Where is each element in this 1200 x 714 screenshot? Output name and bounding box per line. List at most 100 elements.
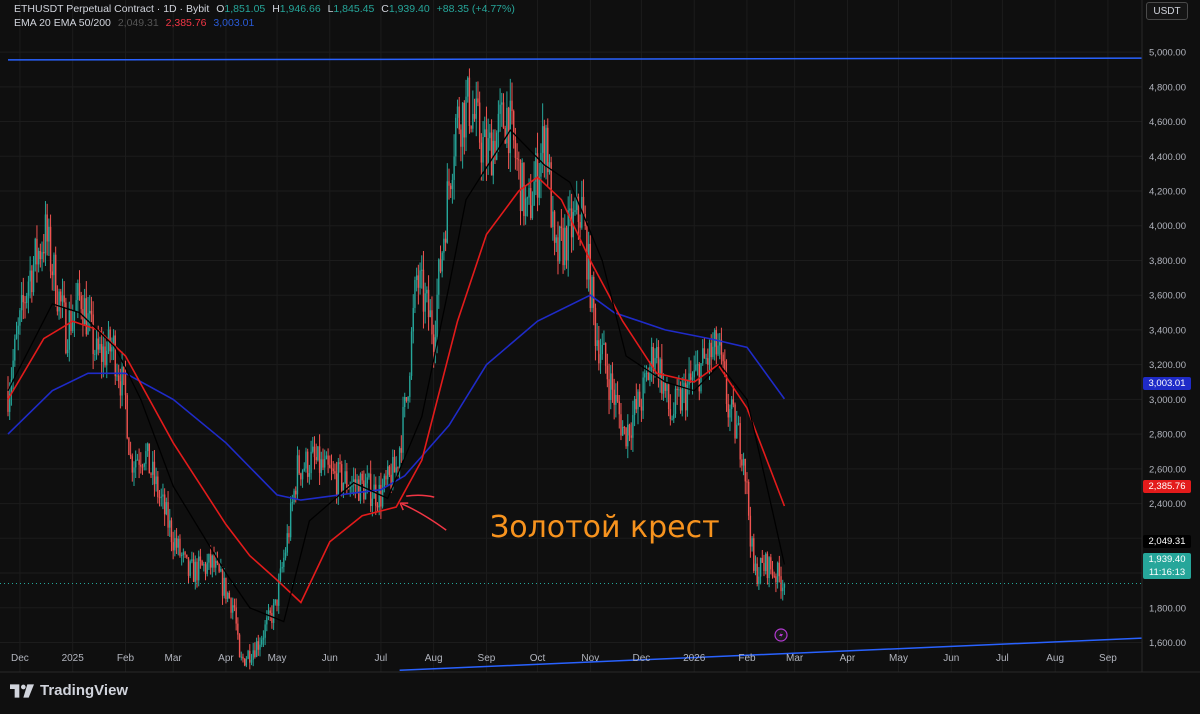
- candle-body: [684, 382, 687, 411]
- candle-body: [443, 238, 445, 253]
- candle-body: [245, 658, 248, 666]
- candle-body: [741, 459, 743, 466]
- candle-body: [387, 466, 389, 480]
- candle-body: [707, 358, 709, 365]
- candle-body: [621, 426, 624, 436]
- candle-body: [49, 226, 52, 272]
- candle-body: [623, 426, 626, 428]
- candle-body: [494, 140, 496, 160]
- candle-body: [335, 473, 338, 496]
- candle-body: [136, 459, 139, 461]
- candle-body: [691, 377, 694, 380]
- candle-body: [209, 554, 212, 568]
- candle-body: [671, 418, 673, 420]
- candle-body: [395, 467, 397, 473]
- candle-body: [613, 389, 615, 405]
- candle-body: [303, 468, 305, 471]
- candle-body: [174, 538, 176, 551]
- candle-body: [310, 451, 312, 474]
- candle-body: [683, 382, 685, 388]
- candle-body: [703, 348, 706, 359]
- candle-body: [213, 555, 215, 568]
- symbol-info: ETHUSDT Perpetual Contract · 1D · Bybit …: [14, 3, 519, 15]
- bar-countdown: 11:16:13: [1148, 567, 1186, 578]
- price-chart[interactable]: 1,600.001,800.002,000.002,200.002,400.00…: [0, 0, 1200, 714]
- x-tick-label: Jun: [943, 653, 959, 664]
- candle-body: [182, 552, 185, 556]
- candle-body: [528, 188, 530, 198]
- candle-body: [574, 210, 576, 213]
- candle-body: [342, 482, 345, 491]
- candle-body: [230, 598, 232, 613]
- currency-button[interactable]: USDT: [1146, 2, 1188, 20]
- candle-body: [153, 461, 156, 485]
- x-tick-label: Nov: [581, 653, 599, 664]
- candle-body: [252, 650, 254, 660]
- candle-body: [187, 557, 190, 576]
- indicator-info[interactable]: EMA 20 EMA 50/200 2,049.31 2,385.76 3,00…: [14, 17, 258, 29]
- candle-body: [429, 310, 431, 318]
- candle-body: [228, 592, 231, 599]
- candle-body: [65, 302, 67, 354]
- indicator-name[interactable]: EMA 20 EMA 50/200: [14, 17, 111, 29]
- candle-body: [533, 181, 535, 206]
- candle-body: [376, 505, 379, 508]
- candle-body: [446, 181, 448, 243]
- candle-body: [754, 563, 757, 571]
- candle-body: [170, 520, 173, 543]
- candle-body: [679, 389, 682, 411]
- candle-body: [460, 129, 462, 147]
- candle-body: [235, 607, 237, 624]
- x-tick-label: Apr: [840, 653, 856, 664]
- candle-body: [143, 463, 145, 467]
- candle-body: [761, 557, 763, 563]
- y-tick-label: 3,200.00: [1149, 360, 1186, 371]
- candle-body: [32, 264, 35, 293]
- candle-body: [37, 250, 40, 265]
- candle-body: [165, 502, 168, 515]
- x-tick-label: Jul: [374, 653, 387, 664]
- symbol-name[interactable]: ETHUSDT Perpetual Contract · 1D · Bybit: [14, 3, 209, 15]
- candle-body: [77, 283, 79, 301]
- candle-body: [417, 275, 420, 288]
- candle-body: [211, 555, 214, 568]
- candle-body: [455, 117, 457, 157]
- candle-body: [409, 375, 411, 397]
- candle-body: [163, 494, 166, 515]
- candle-body: [315, 457, 317, 461]
- candle-body: [407, 396, 409, 401]
- tradingview-logo[interactable]: TradingView: [10, 682, 128, 699]
- candle-body: [507, 107, 510, 154]
- candle-body: [547, 127, 549, 173]
- candle-body: [191, 559, 193, 562]
- candle-body: [92, 314, 94, 355]
- candle-body: [553, 211, 556, 243]
- candle-body: [99, 344, 101, 350]
- candle-body: [330, 467, 333, 469]
- candle-body: [194, 561, 196, 582]
- last-price-tag: 1,939.40 11:16:13: [1143, 553, 1191, 579]
- candle-body: [415, 275, 418, 281]
- candle-body: [739, 423, 741, 460]
- x-tick-label: Jun: [322, 653, 338, 664]
- x-tick-label: Sep: [1099, 653, 1117, 664]
- y-tick-label: 1,800.00: [1149, 603, 1186, 614]
- candle-body: [232, 605, 234, 613]
- candle-body: [480, 142, 483, 163]
- candle-body: [385, 475, 387, 480]
- candle-body: [306, 451, 309, 477]
- candle-body: [729, 409, 731, 418]
- candle-body: [106, 350, 108, 366]
- candle-body: [414, 280, 416, 308]
- candle-body: [564, 227, 566, 266]
- candle-body: [150, 473, 152, 475]
- candle-body: [637, 391, 639, 410]
- candle-body: [51, 271, 53, 276]
- candle-body: [327, 455, 329, 465]
- candle-body: [145, 451, 147, 464]
- candle-body: [436, 294, 438, 338]
- candle-body: [53, 254, 55, 276]
- candle-body: [19, 310, 21, 326]
- candle-body: [371, 498, 374, 507]
- candle-body: [233, 605, 236, 608]
